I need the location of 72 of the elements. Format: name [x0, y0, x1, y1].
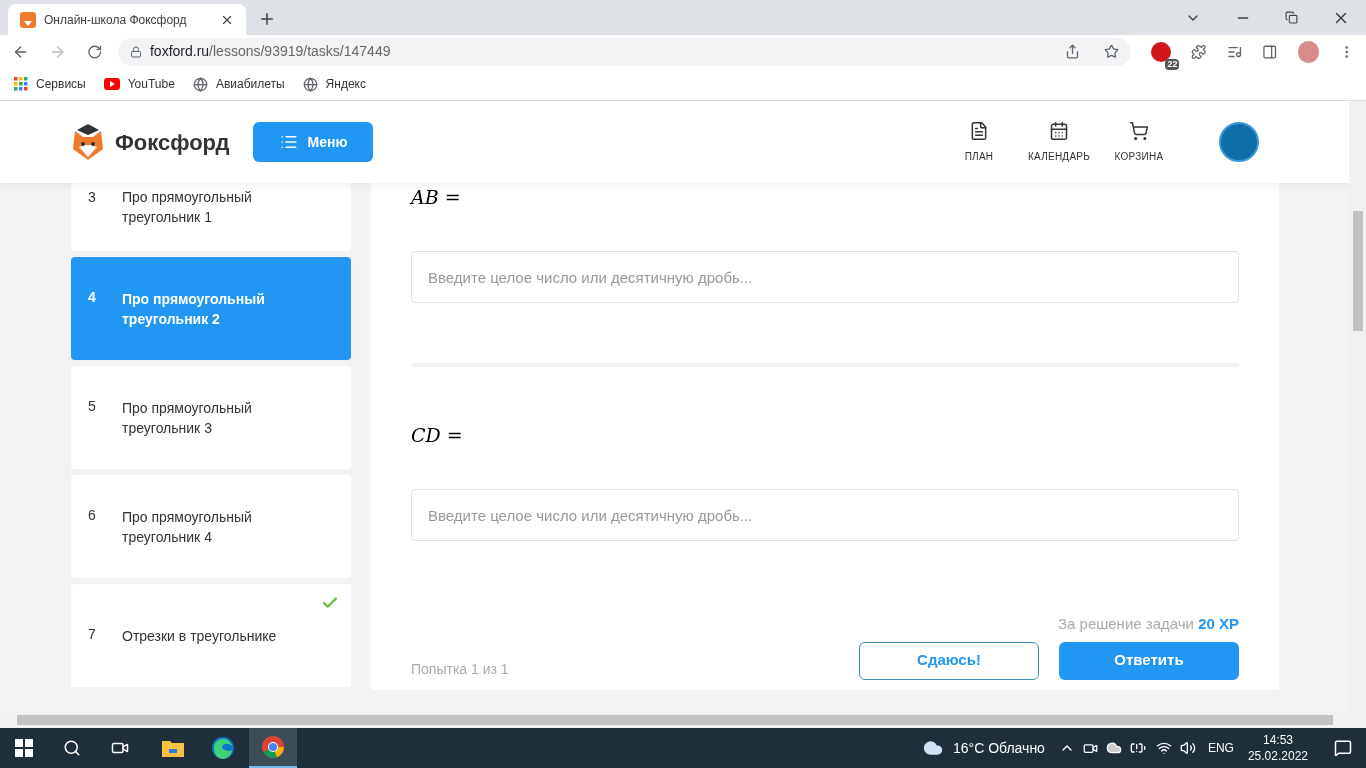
- nav-link[interactable]: КОРЗИНА: [1099, 120, 1179, 164]
- chrome-icon: [261, 735, 285, 759]
- volume-icon[interactable]: [1179, 740, 1196, 756]
- weather-text[interactable]: 16°C Облачно: [953, 737, 1045, 759]
- browser-swirl-icon: [211, 736, 235, 760]
- taskbar-app[interactable]: [249, 728, 297, 768]
- search-icon[interactable]: [63, 739, 81, 757]
- nav-link[interactable]: ПЛАН: [939, 120, 1019, 164]
- answer-field[interactable]: Введите целое число или десятичную дробь...: [411, 251, 1239, 303]
- restore-icon[interactable]: [1285, 11, 1298, 24]
- side-panel-icon[interactable]: [1262, 43, 1278, 60]
- lesson-number: 3: [88, 188, 97, 207]
- onedrive-cloud-icon[interactable]: [1105, 740, 1122, 756]
- bookmark-star-icon[interactable]: [1104, 44, 1120, 59]
- globe-icon: [192, 76, 208, 92]
- menu-icon: [279, 133, 298, 151]
- nav-link[interactable]: КАЛЕНДАРЬ: [1019, 120, 1099, 164]
- lesson-number: 6: [88, 506, 97, 525]
- cart-icon: [1129, 120, 1149, 141]
- browser-tab[interactable]: Онлайн-школа Фоксфорд: [8, 4, 246, 35]
- notifications-icon[interactable]: [1334, 739, 1352, 757]
- youtube-icon: [103, 78, 120, 90]
- profile-avatar[interactable]: [1297, 40, 1319, 63]
- weather-cloud-icon: [923, 738, 943, 758]
- lesson-card[interactable]: 3 Про прямоугольный треугольник 1: [71, 183, 351, 251]
- address-bar[interactable]: foxford.ru/lessons/93919/tasks/147449: [117, 37, 1132, 66]
- document-icon: [969, 120, 989, 141]
- lesson-number: 5: [88, 397, 97, 416]
- apps-grid-icon: [14, 77, 28, 91]
- lock-icon: [129, 45, 142, 58]
- folder-icon: [162, 739, 184, 757]
- lesson-title: Отрезки в треугольнике: [122, 626, 278, 646]
- clock-date: 25.02.2022: [1247, 748, 1308, 764]
- url-text: foxford.ru/lessons/93919/tasks/147449: [149, 42, 391, 61]
- reward-xp: 20 XP: [1198, 615, 1239, 632]
- share-icon[interactable]: [1065, 44, 1081, 59]
- language-indicator[interactable]: ENG: [1207, 739, 1234, 757]
- tab-title: Онлайн-школа Фоксфорд: [44, 11, 188, 29]
- lesson-title: Про прямоугольный треугольник 2: [122, 289, 266, 329]
- lesson-title: Про прямоугольный треугольник 1: [122, 188, 253, 227]
- clock-time: 14:53: [1262, 732, 1293, 748]
- equation-label: CD =: [411, 423, 464, 447]
- windows-start-icon[interactable]: [15, 739, 33, 757]
- fox-logo-icon: [71, 123, 105, 161]
- reward-text: За решение задачи: [1057, 615, 1195, 632]
- site-logo-text: Фоксфорд: [115, 128, 230, 157]
- clock[interactable]: 14:53 25.02.2022: [1247, 732, 1308, 764]
- lesson-number: 4: [88, 288, 97, 307]
- puzzle-icon[interactable]: [1191, 43, 1207, 60]
- bookmark-link[interactable]: Сервисы: [14, 75, 86, 93]
- extension-badge: 22: [1165, 58, 1180, 70]
- reload-icon[interactable]: [86, 43, 102, 60]
- lesson-number: 7: [88, 625, 97, 644]
- lesson-title: Про прямоугольный треугольник 4: [122, 507, 253, 547]
- lesson-card[interactable]: 7 Отрезки в треугольнике: [71, 584, 351, 687]
- lesson-title: Про прямоугольный треугольник 3: [122, 398, 253, 438]
- horizontal-scrollbar[interactable]: [0, 712, 1366, 728]
- extension-button[interactable]: [1151, 41, 1172, 62]
- wifi-icon[interactable]: [1155, 740, 1172, 756]
- lesson-card[interactable]: 6 Про прямоугольный треугольник 4: [71, 475, 351, 578]
- vertical-scrollbar[interactable]: [1349, 101, 1366, 712]
- new-tab-icon[interactable]: [258, 10, 276, 28]
- lesson-card[interactable]: 5 Про прямоугольный треугольник 3: [71, 366, 351, 469]
- globe-icon: [302, 76, 318, 92]
- equation-label: AB =: [411, 185, 462, 209]
- bookmark-link[interactable]: Авиабилеты: [192, 75, 285, 93]
- user-avatar[interactable]: [1219, 122, 1259, 162]
- bookmark-link[interactable]: Яндекс: [302, 75, 366, 93]
- answer-field[interactable]: Введите целое число или десятичную дробь...: [411, 489, 1239, 541]
- bookmark-link[interactable]: YouTube: [103, 75, 175, 93]
- calendar-icon: [1049, 120, 1069, 141]
- attempt-text: Попытка 1 из 1: [411, 659, 509, 679]
